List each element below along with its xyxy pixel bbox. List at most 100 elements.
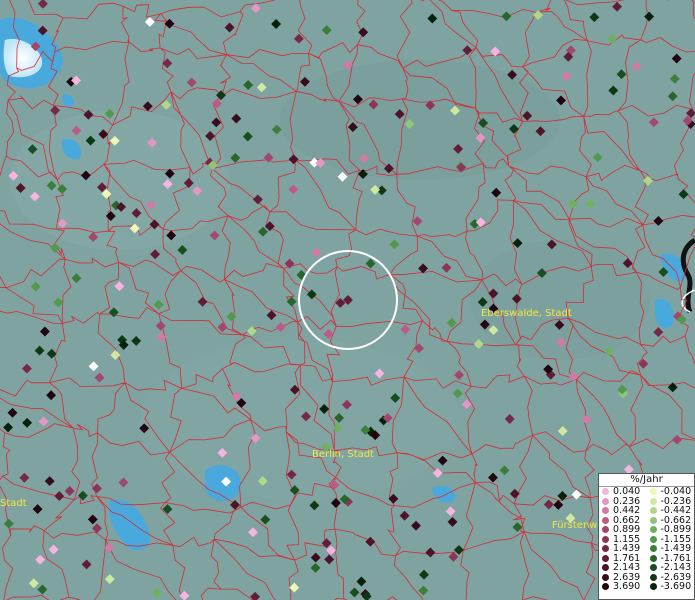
measurement-point[interactable] [441,262,452,273]
measurement-point[interactable] [258,226,268,237]
measurement-point[interactable] [648,117,659,128]
measurement-point[interactable] [553,499,564,510]
measurement-point[interactable] [118,477,129,488]
measurement-point[interactable] [667,91,678,102]
measurement-point[interactable] [454,370,464,380]
measurement-point[interactable] [653,327,664,338]
measurement-point[interactable] [64,486,75,496]
measurement-point[interactable] [491,187,502,198]
measurement-point[interactable] [209,230,220,241]
measurement-point[interactable] [3,422,14,433]
measurement-point[interactable] [162,504,173,515]
measurement-point[interactable] [46,390,57,401]
measurement-point[interactable] [246,326,257,337]
measurement-point[interactable] [556,95,566,106]
measurement-point[interactable] [150,249,161,260]
measurement-point[interactable] [653,215,664,226]
measurement-point[interactable] [87,514,98,525]
measurement-point[interactable] [217,322,228,333]
measurement-point[interactable] [501,11,512,22]
measurement-point[interactable] [230,152,241,163]
measurement-point[interactable] [156,332,167,343]
measurement-point[interactable] [34,345,45,356]
measurement-point[interactable] [250,591,261,600]
measurement-point[interactable] [250,3,261,14]
measurement-point[interactable] [672,434,683,445]
measurement-point[interactable] [447,516,458,527]
measurement-point[interactable] [488,472,498,483]
measurement-point[interactable] [32,504,43,515]
measurement-point[interactable] [288,184,299,195]
measurement-point[interactable] [91,483,102,494]
measurement-point[interactable] [608,85,619,96]
measurement-point[interactable] [445,506,456,517]
measurement-point[interactable] [414,343,424,354]
measurement-point[interactable] [260,514,271,525]
measurement-point[interactable] [585,198,596,209]
measurement-point[interactable] [311,247,322,258]
measurement-point[interactable] [81,559,92,570]
measurement-point[interactable] [30,281,41,292]
measurement-point[interactable] [186,77,197,88]
measurement-point[interactable] [256,82,267,93]
measurement-point[interactable] [581,414,592,425]
measurement-point[interactable] [3,518,14,529]
measurement-point[interactable] [370,184,381,195]
measurement-point[interactable] [425,547,436,558]
measurement-point[interactable] [152,587,162,598]
measurement-point[interactable] [671,53,682,64]
measurement-point[interactable] [400,324,411,335]
measurement-point[interactable] [35,554,46,565]
measurement-point[interactable] [607,33,618,44]
measurement-point[interactable] [224,22,235,33]
measurement-point[interactable] [155,320,166,331]
measurement-point[interactable] [44,476,55,487]
measurement-point[interactable] [53,297,64,308]
measurement-point[interactable] [412,216,423,227]
measurement-point[interactable] [288,154,299,165]
measurement-point[interactable] [177,245,188,255]
measurement-point[interactable] [71,273,82,284]
measurement-point[interactable] [263,152,274,163]
measurement-point[interactable] [131,335,142,346]
measurement-point[interactable] [419,569,429,580]
measurement-point[interactable] [389,239,400,250]
measurement-point[interactable] [144,16,155,27]
measurement-point[interactable] [644,11,655,22]
measurement-point[interactable] [306,289,317,300]
measurement-point[interactable] [39,326,50,337]
measurement-point[interactable] [179,590,190,600]
measurement-point[interactable] [243,80,254,90]
measurement-point[interactable] [94,372,105,383]
measurement-point[interactable] [242,131,253,142]
measurement-point[interactable] [309,500,320,511]
measurement-point[interactable] [365,536,376,547]
measurement-point[interactable] [504,414,515,424]
measurement-point[interactable] [418,585,429,596]
measurement-point[interactable] [612,1,623,12]
measurement-point[interactable] [365,258,376,269]
map-view[interactable]: Eberswalde, Stadt Berlin, Stadt Fürstenw… [0,0,695,600]
measurement-point[interactable] [28,578,39,589]
measurement-point[interactable] [197,296,208,307]
measurement-point[interactable] [54,491,65,502]
measurement-point[interactable] [226,311,237,322]
measurement-point[interactable] [631,61,642,72]
measurement-point[interactable] [289,582,300,593]
measurement-point[interactable] [452,388,463,399]
measurement-point[interactable] [231,113,242,124]
measurement-point[interactable] [266,310,277,321]
measurement-point[interactable] [616,69,627,80]
measurement-point[interactable] [88,361,99,372]
measurement-point[interactable] [473,339,484,349]
measurement-point[interactable] [557,426,568,436]
measurement-point[interactable] [104,574,115,585]
measurement-point[interactable] [399,510,410,521]
measurement-point[interactable] [22,417,33,428]
measurement-point[interactable] [7,407,18,418]
measurement-point[interactable] [678,189,689,200]
measurement-point[interactable] [330,498,341,508]
measurement-point[interactable] [446,317,457,328]
measurement-point[interactable] [448,551,459,562]
measurement-point[interactable] [669,73,680,84]
